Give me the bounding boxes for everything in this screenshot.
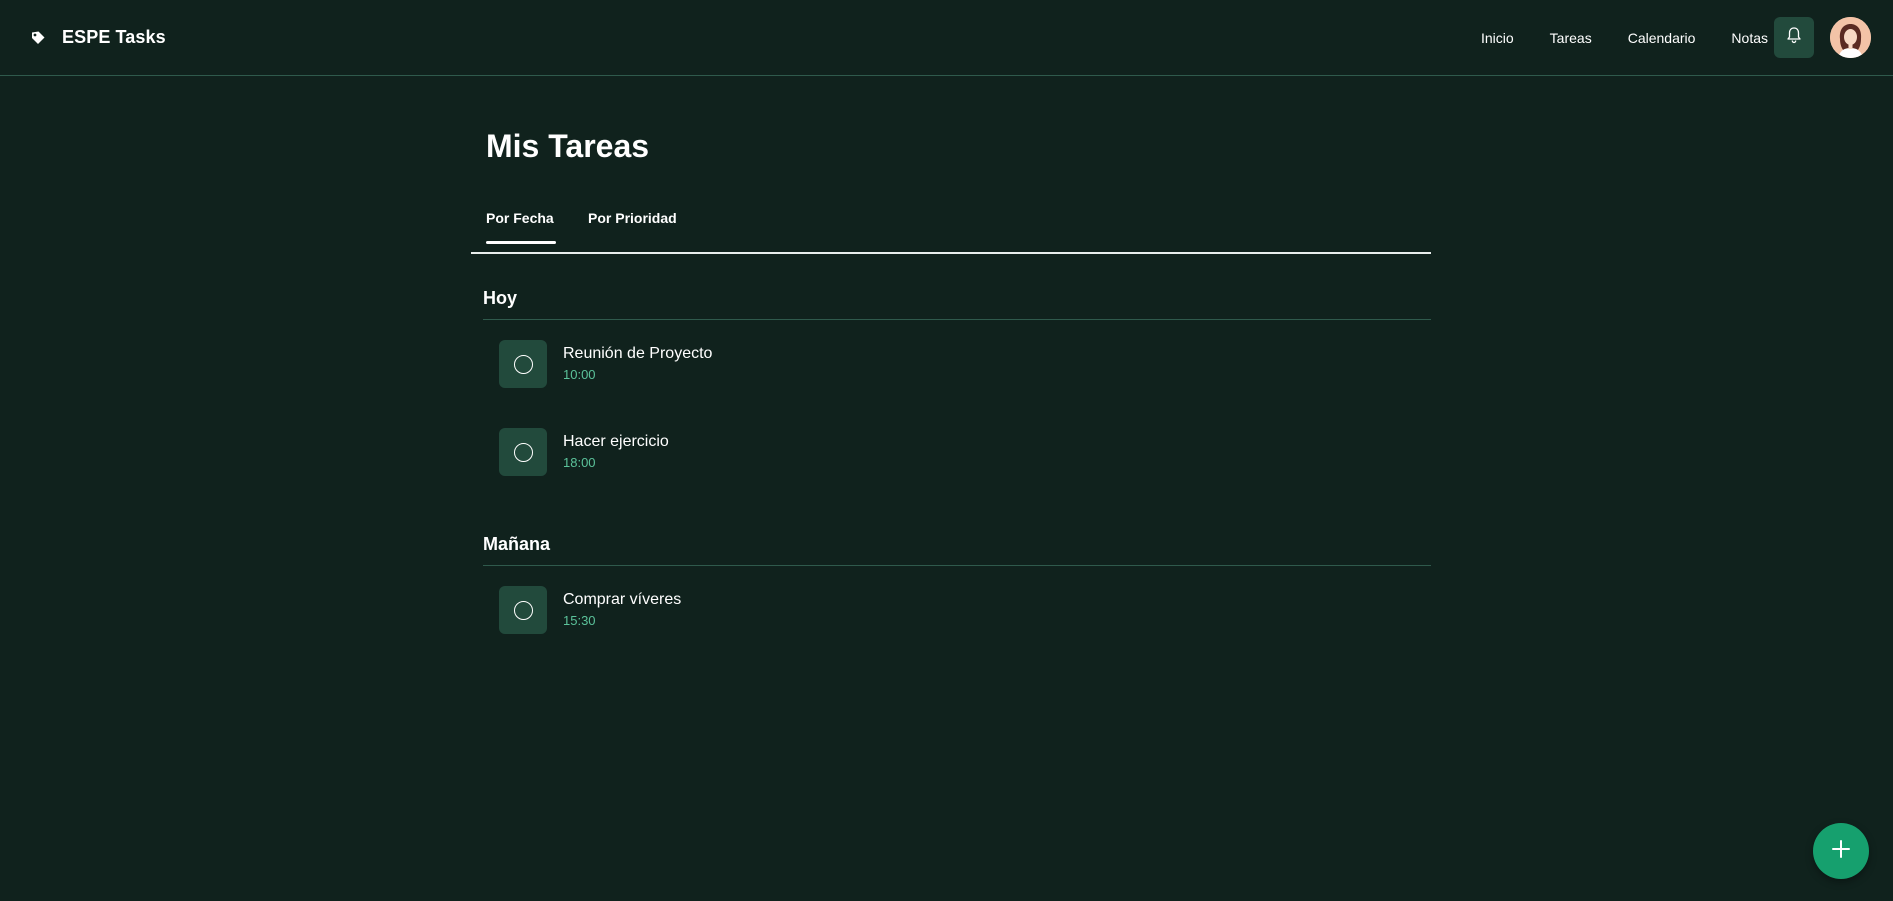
page-title: Mis Tareas xyxy=(486,128,650,164)
section-title-hoy: Hoy xyxy=(483,288,518,308)
circle-icon xyxy=(513,442,533,462)
bell-icon xyxy=(1786,26,1802,49)
task-item: Reunión de Proyecto 10:00 xyxy=(499,339,1399,389)
task-time: 10:00 xyxy=(563,367,596,382)
nav-link-notas[interactable]: Notas xyxy=(1731,30,1768,46)
plus-icon xyxy=(1830,838,1852,865)
task-time: 15:30 xyxy=(563,613,596,628)
nav-link-inicio[interactable]: Inicio xyxy=(1481,30,1514,46)
tabs-divider xyxy=(471,252,1431,254)
circle-icon xyxy=(513,600,533,620)
task-complete-toggle[interactable] xyxy=(499,586,547,634)
notifications-button[interactable] xyxy=(1774,17,1814,58)
task-details[interactable]: Reunión de Proyecto 10:00 xyxy=(563,344,712,384)
section-divider xyxy=(483,319,1431,320)
task-title: Comprar víveres xyxy=(563,591,682,608)
nav-link-tareas[interactable]: Tareas xyxy=(1550,30,1592,46)
task-time: 18:00 xyxy=(563,455,596,470)
user-avatar[interactable] xyxy=(1830,17,1871,58)
add-task-button[interactable] xyxy=(1813,823,1869,879)
task-complete-toggle[interactable] xyxy=(499,340,547,388)
task-details[interactable]: Hacer ejercicio 18:00 xyxy=(563,432,669,472)
task-item: Comprar víveres 15:30 xyxy=(499,585,1399,635)
nav-link-calendario[interactable]: Calendario xyxy=(1628,30,1696,46)
app-title: ESPE Tasks xyxy=(62,27,166,47)
task-title: Reunión de Proyecto xyxy=(563,345,713,362)
section-divider xyxy=(483,565,1431,566)
tab-por-fecha[interactable]: Por Fecha xyxy=(486,210,554,226)
circle-icon xyxy=(513,354,533,374)
tab-por-prioridad[interactable]: Por Prioridad xyxy=(588,210,677,226)
brand[interactable]: ESPE Tasks xyxy=(28,27,166,48)
task-complete-toggle[interactable] xyxy=(499,428,547,476)
active-tab-indicator xyxy=(486,241,556,244)
tag-icon xyxy=(28,28,48,48)
section-title-manana: Mañana xyxy=(483,534,551,554)
task-title: Hacer ejercicio xyxy=(563,433,669,450)
task-details[interactable]: Comprar víveres 15:30 xyxy=(563,590,681,630)
top-navigation-bar: ESPE Tasks Inicio Tareas Calendario Nota… xyxy=(0,0,1893,76)
main-nav: Inicio Tareas Calendario Notas xyxy=(1481,17,1871,58)
task-item: Hacer ejercicio 18:00 xyxy=(499,427,1399,477)
